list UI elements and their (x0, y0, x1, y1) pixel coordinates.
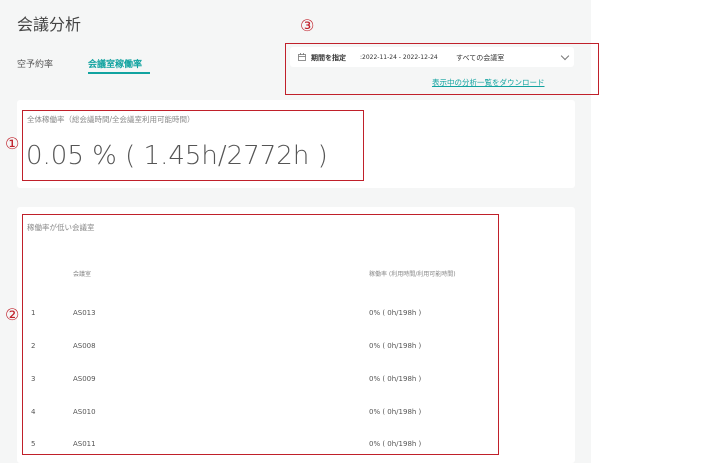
tab-room-utilization-rate[interactable]: 会議室稼働率 (88, 57, 142, 70)
page-title: 会議分析 (17, 15, 82, 34)
annotation-box-filter (285, 43, 599, 95)
annotation-box-overall (22, 110, 364, 181)
annotation-marker-1: ① (5, 134, 20, 153)
annotation-marker-3: ③ (300, 16, 315, 35)
tab-empty-reservation-rate[interactable]: 空予約率 (17, 57, 53, 70)
active-tab-underline (88, 72, 150, 74)
annotation-box-low-rooms (22, 214, 499, 455)
annotation-marker-2: ② (5, 305, 20, 324)
